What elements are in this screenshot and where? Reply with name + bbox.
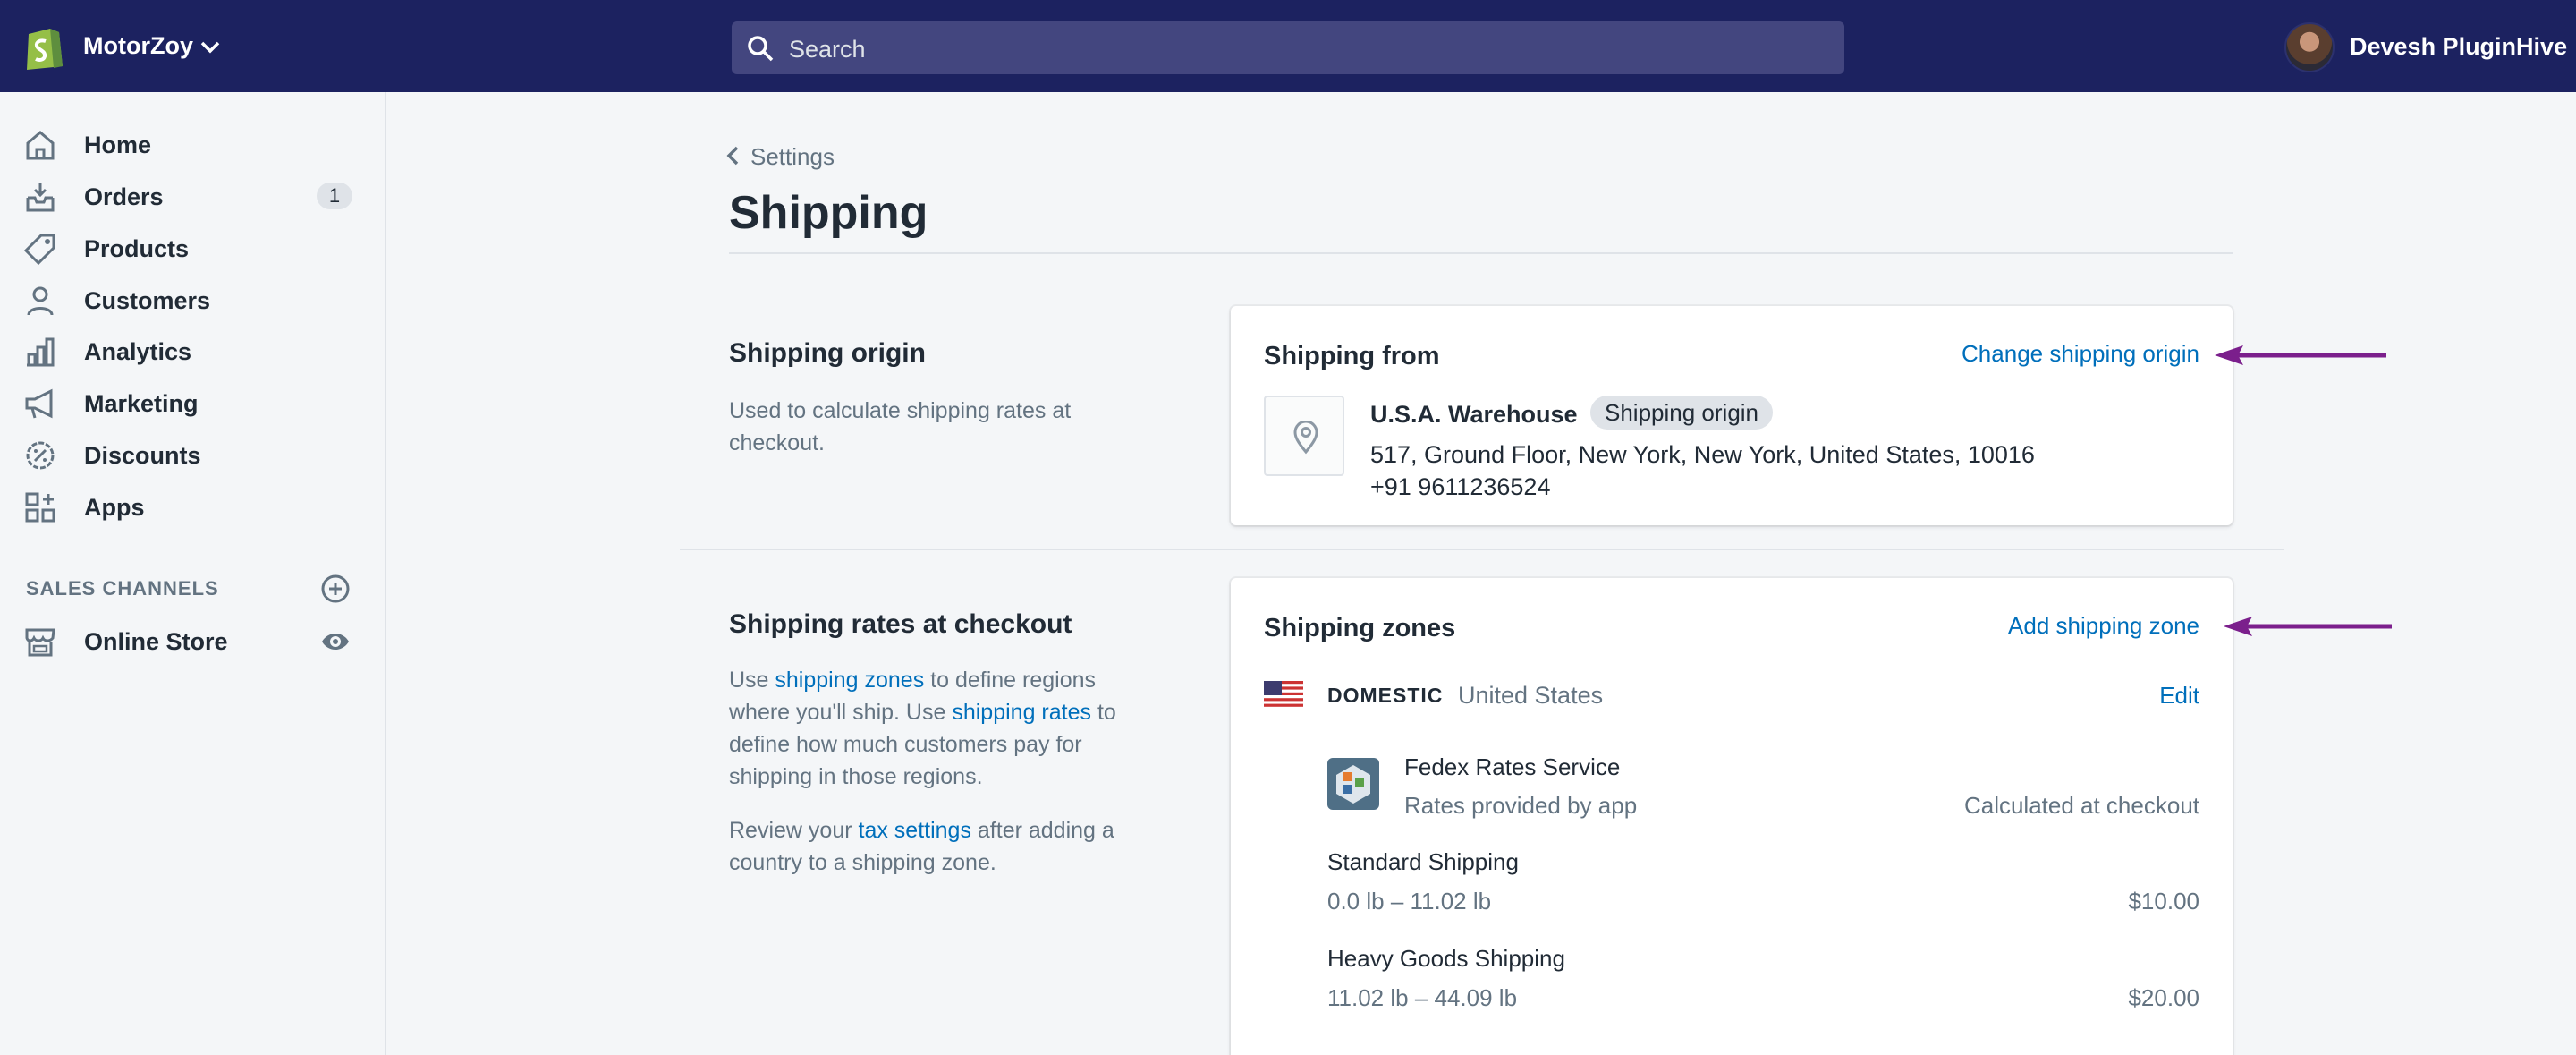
- store-icon: [25, 628, 55, 657]
- annotation-arrow-icon: [2215, 345, 2386, 365]
- sidebar-item-label: Home: [84, 132, 152, 158]
- chevron-left-icon: [726, 146, 739, 166]
- zone-country: United States: [1458, 682, 1604, 709]
- sidebar-item-customers[interactable]: Customers: [0, 277, 385, 323]
- sidebar-item-apps[interactable]: Apps: [0, 483, 385, 530]
- sidebar-item-label: Analytics: [84, 338, 192, 365]
- sidebar-item-label: Products: [84, 235, 190, 262]
- shipping-rates-link[interactable]: shipping rates: [952, 700, 1091, 725]
- shopify-logo-icon[interactable]: [23, 23, 64, 70]
- sidebar-item-products[interactable]: Products: [0, 225, 385, 271]
- chevron-down-icon[interactable]: [199, 39, 222, 55]
- desc-text: Use: [729, 668, 775, 693]
- sidebar: Home Orders 1 Products Customers Analyti…: [0, 92, 386, 1055]
- megaphone-icon: [25, 388, 53, 419]
- location-address: 517, Ground Floor, New York, New York, U…: [1370, 441, 2035, 468]
- sidebar-item-label: Orders: [84, 183, 164, 210]
- user-name[interactable]: Devesh PluginHive: [2350, 33, 2567, 61]
- tag-icon: [23, 234, 55, 266]
- rate-name: Standard Shipping: [1327, 848, 1519, 875]
- edit-zone-link[interactable]: Edit: [2159, 682, 2199, 710]
- zone-tag: DOMESTIC: [1327, 684, 1444, 707]
- home-icon: [26, 131, 55, 160]
- app-service-rate: Calculated at checkout: [1963, 792, 2199, 819]
- change-shipping-origin-link[interactable]: Change shipping origin: [1962, 340, 2199, 368]
- rate-name: Heavy Goods Shipping: [1327, 945, 1565, 972]
- app-service-subtitle: Rates provided by app: [1404, 792, 1638, 819]
- title-divider: [729, 252, 2233, 254]
- avatar[interactable]: [2284, 22, 2334, 72]
- sales-channels-title: SALES CHANNELS: [26, 577, 219, 600]
- tax-settings-description: Review your tax settings after adding a …: [729, 814, 1140, 879]
- sidebar-item-label: Online Store: [84, 628, 228, 655]
- shipping-zones-card: Shipping zones Add shipping zone DOMESTI…: [1231, 578, 2233, 1055]
- location-phone: +91 9611236524: [1370, 473, 1551, 500]
- search-placeholder: Search: [789, 36, 866, 63]
- location-pin-icon: [1293, 421, 1318, 455]
- discount-icon: [26, 441, 55, 470]
- shipping-origin-badge: Shipping origin: [1590, 396, 1774, 430]
- sidebar-item-home[interactable]: Home: [0, 121, 385, 167]
- store-name[interactable]: MotorZoy: [83, 32, 193, 60]
- location-thumbnail: [1264, 396, 1344, 476]
- add-shipping-zone-link[interactable]: Add shipping zone: [2008, 612, 2199, 640]
- bar-chart-icon: [27, 337, 55, 367]
- page-title: Shipping: [729, 187, 928, 239]
- rate-price: $10.00: [2128, 888, 2199, 915]
- card-title: Shipping from: [1264, 342, 1440, 370]
- sidebar-item-label: Apps: [84, 494, 145, 521]
- section-divider: [680, 549, 2284, 550]
- person-icon: [27, 286, 54, 316]
- location-name: U.S.A. Warehouse: [1370, 401, 1578, 428]
- shipping-zones-link[interactable]: shipping zones: [775, 668, 924, 693]
- shipping-rates-description: Use shipping zones to define regions whe…: [729, 664, 1140, 793]
- app-service-name: Fedex Rates Service: [1404, 753, 1621, 780]
- desc-text: Review your: [729, 818, 859, 843]
- add-circle-icon[interactable]: [320, 574, 351, 604]
- shipping-origin-heading: Shipping origin: [729, 338, 926, 368]
- sidebar-item-analytics[interactable]: Analytics: [0, 328, 385, 374]
- shipping-origin-description: Used to calculate shipping rates at chec…: [729, 398, 1072, 455]
- card-title: Shipping zones: [1264, 614, 1456, 642]
- eye-icon[interactable]: [320, 628, 351, 655]
- sidebar-item-label: Marketing: [84, 390, 199, 417]
- search-input[interactable]: Search: [732, 21, 1844, 74]
- top-bar: MotorZoy Search Devesh PluginHive: [0, 0, 2576, 92]
- us-flag-icon: [1264, 681, 1303, 710]
- rate-range: 11.02 lb – 44.09 lb: [1327, 984, 1518, 1011]
- sidebar-item-label: Discounts: [84, 442, 201, 469]
- sidebar-item-label: Customers: [84, 287, 211, 314]
- search-icon: [748, 36, 774, 62]
- sidebar-item-discounts[interactable]: Discounts: [0, 431, 385, 478]
- rate-price: $20.00: [2128, 984, 2199, 1011]
- annotation-arrow-icon: [2224, 617, 2392, 636]
- sidebar-item-orders[interactable]: Orders 1: [0, 173, 385, 219]
- sidebar-item-marketing[interactable]: Marketing: [0, 379, 385, 426]
- sidebar-item-online-store[interactable]: Online Store: [0, 617, 385, 664]
- orders-count-badge: 1: [317, 183, 352, 209]
- shipping-from-card: Shipping from Change shipping origin U.S…: [1231, 306, 2233, 525]
- rate-range: 0.0 lb – 11.02 lb: [1327, 888, 1492, 915]
- tax-settings-link[interactable]: tax settings: [859, 818, 971, 843]
- fedex-app-icon: [1327, 758, 1379, 810]
- orders-icon: [26, 183, 55, 212]
- breadcrumb-settings-link[interactable]: Settings: [750, 143, 835, 171]
- shipping-rates-heading: Shipping rates at checkout: [729, 609, 1072, 639]
- apps-icon: [25, 492, 55, 523]
